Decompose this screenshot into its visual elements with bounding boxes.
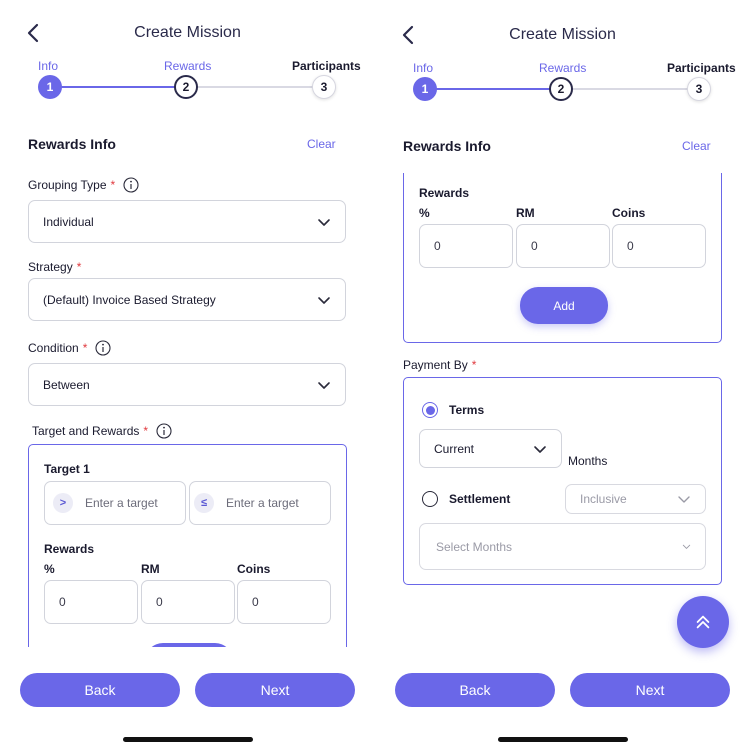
- chevron-down-icon: [678, 496, 690, 503]
- grouping-type-value: Individual: [43, 214, 94, 229]
- info-icon[interactable]: [156, 423, 172, 439]
- target-min-input[interactable]: > Enter a target: [44, 481, 186, 525]
- select-months-dropdown[interactable]: Select Months: [419, 523, 706, 570]
- step-label-rewards: Rewards: [539, 61, 587, 75]
- condition-value: Between: [43, 377, 90, 392]
- chevron-down-icon: [318, 218, 330, 226]
- target-card: Target 1 > Enter a target ≤ Enter a targ…: [28, 444, 347, 647]
- coins-input[interactable]: 0: [612, 224, 706, 268]
- settlement-radio[interactable]: [422, 491, 438, 507]
- section-title: Rewards Info: [403, 138, 491, 154]
- coins-input[interactable]: 0: [237, 580, 331, 624]
- rm-value: 0: [156, 595, 163, 609]
- rewards-label: Rewards: [44, 542, 95, 556]
- less-equal-badge: ≤: [194, 493, 214, 513]
- target-title: Target 1: [44, 462, 90, 476]
- page-title: Create Mission: [509, 26, 616, 43]
- rewards-label: Rewards: [419, 186, 470, 200]
- step-3-circle[interactable]: 3: [312, 75, 336, 99]
- step-1-circle[interactable]: 1: [413, 77, 437, 101]
- chevron-down-icon: [318, 381, 330, 389]
- condition-select[interactable]: Between: [28, 363, 346, 406]
- rm-column-label: RM: [516, 206, 535, 220]
- info-icon[interactable]: [95, 340, 111, 356]
- section-title: Rewards Info: [28, 136, 116, 152]
- next-button[interactable]: Next: [570, 673, 730, 707]
- condition-label: Condition *: [28, 340, 111, 356]
- strategy-select[interactable]: (Default) Invoice Based Strategy: [28, 278, 346, 321]
- step-remaining-line: [561, 88, 699, 90]
- settlement-type-value: Inclusive: [580, 492, 627, 506]
- chevron-down-icon: [682, 544, 691, 549]
- step-label-rewards: Rewards: [164, 59, 212, 73]
- coins-column-label: Coins: [612, 206, 646, 220]
- rm-value: 0: [531, 239, 538, 253]
- target-max-input[interactable]: ≤ Enter a target: [189, 481, 331, 525]
- home-indicator: [498, 737, 628, 742]
- terms-label[interactable]: Terms: [449, 403, 484, 417]
- step-2-circle[interactable]: 2: [549, 77, 573, 101]
- percent-column-label: %: [44, 562, 55, 576]
- percent-value: 0: [59, 595, 66, 609]
- months-label: Months: [568, 454, 608, 468]
- next-button[interactable]: Next: [195, 673, 355, 707]
- greater-than-badge: >: [53, 493, 73, 513]
- rewards-card-viewport[interactable]: Rewards % RM Coins 0 0 0 Add: [403, 173, 722, 345]
- settlement-type-select[interactable]: Inclusive: [565, 484, 706, 514]
- percent-input[interactable]: 0: [44, 580, 138, 624]
- rm-input[interactable]: 0: [516, 224, 610, 268]
- clear-button[interactable]: Clear: [307, 137, 336, 151]
- add-button[interactable]: Add: [520, 287, 608, 324]
- percent-column-label: %: [419, 206, 430, 220]
- clear-button[interactable]: Clear: [682, 139, 711, 153]
- terms-period-value: Current: [434, 441, 475, 456]
- rm-column-label: RM: [141, 562, 160, 576]
- page-title: Create Mission: [134, 24, 241, 41]
- back-button[interactable]: Back: [20, 673, 180, 707]
- target-card-viewport[interactable]: Target 1 > Enter a target ≤ Enter a targ…: [28, 444, 347, 647]
- back-button[interactable]: Back: [395, 673, 555, 707]
- percent-input[interactable]: 0: [419, 224, 513, 268]
- step-3-circle[interactable]: 3: [687, 77, 711, 101]
- coins-value: 0: [627, 239, 634, 253]
- terms-radio[interactable]: [422, 402, 438, 418]
- grouping-type-label: Grouping Type *: [28, 177, 139, 193]
- chevron-down-icon: [318, 296, 330, 304]
- settlement-label[interactable]: Settlement: [449, 492, 510, 506]
- step-label-info: Info: [413, 61, 434, 75]
- left-screen: Create Mission Info Rewards Participants…: [0, 0, 375, 750]
- strategy-label: Strategy *: [28, 260, 82, 274]
- right-screen: Create Mission Info Rewards Participants…: [375, 0, 750, 750]
- add-button-partial[interactable]: [145, 643, 233, 647]
- coins-column-label: Coins: [237, 562, 271, 576]
- chevron-down-icon: [534, 445, 546, 453]
- step-label-info: Info: [38, 59, 59, 73]
- strategy-value: (Default) Invoice Based Strategy: [43, 292, 216, 307]
- payment-by-label: Payment By *: [403, 358, 477, 372]
- step-progress-line: [50, 86, 186, 88]
- double-chevron-up-icon: [696, 615, 710, 629]
- home-indicator: [123, 737, 253, 742]
- payment-card: Terms Current Months Settlement Inclusiv…: [403, 377, 722, 585]
- step-2-circle[interactable]: 2: [174, 75, 198, 99]
- select-months-placeholder: Select Months: [436, 539, 513, 554]
- step-1-circle[interactable]: 1: [38, 75, 62, 99]
- target-rewards-label: Target and Rewards *: [32, 423, 172, 439]
- coins-value: 0: [252, 595, 259, 609]
- terms-period-select[interactable]: Current: [419, 429, 562, 468]
- rm-input[interactable]: 0: [141, 580, 235, 624]
- target-max-placeholder: Enter a target: [226, 496, 299, 510]
- step-progress-line: [425, 88, 561, 90]
- step-label-participants: Participants: [292, 59, 361, 73]
- grouping-type-select[interactable]: Individual: [28, 200, 346, 243]
- target-min-placeholder: Enter a target: [85, 496, 158, 510]
- step-remaining-line: [186, 86, 324, 88]
- percent-value: 0: [434, 239, 441, 253]
- info-icon[interactable]: [123, 177, 139, 193]
- rewards-card: Rewards % RM Coins 0 0 0 Add: [403, 173, 722, 343]
- step-label-participants: Participants: [667, 61, 736, 75]
- scroll-to-top-button[interactable]: [677, 596, 729, 648]
